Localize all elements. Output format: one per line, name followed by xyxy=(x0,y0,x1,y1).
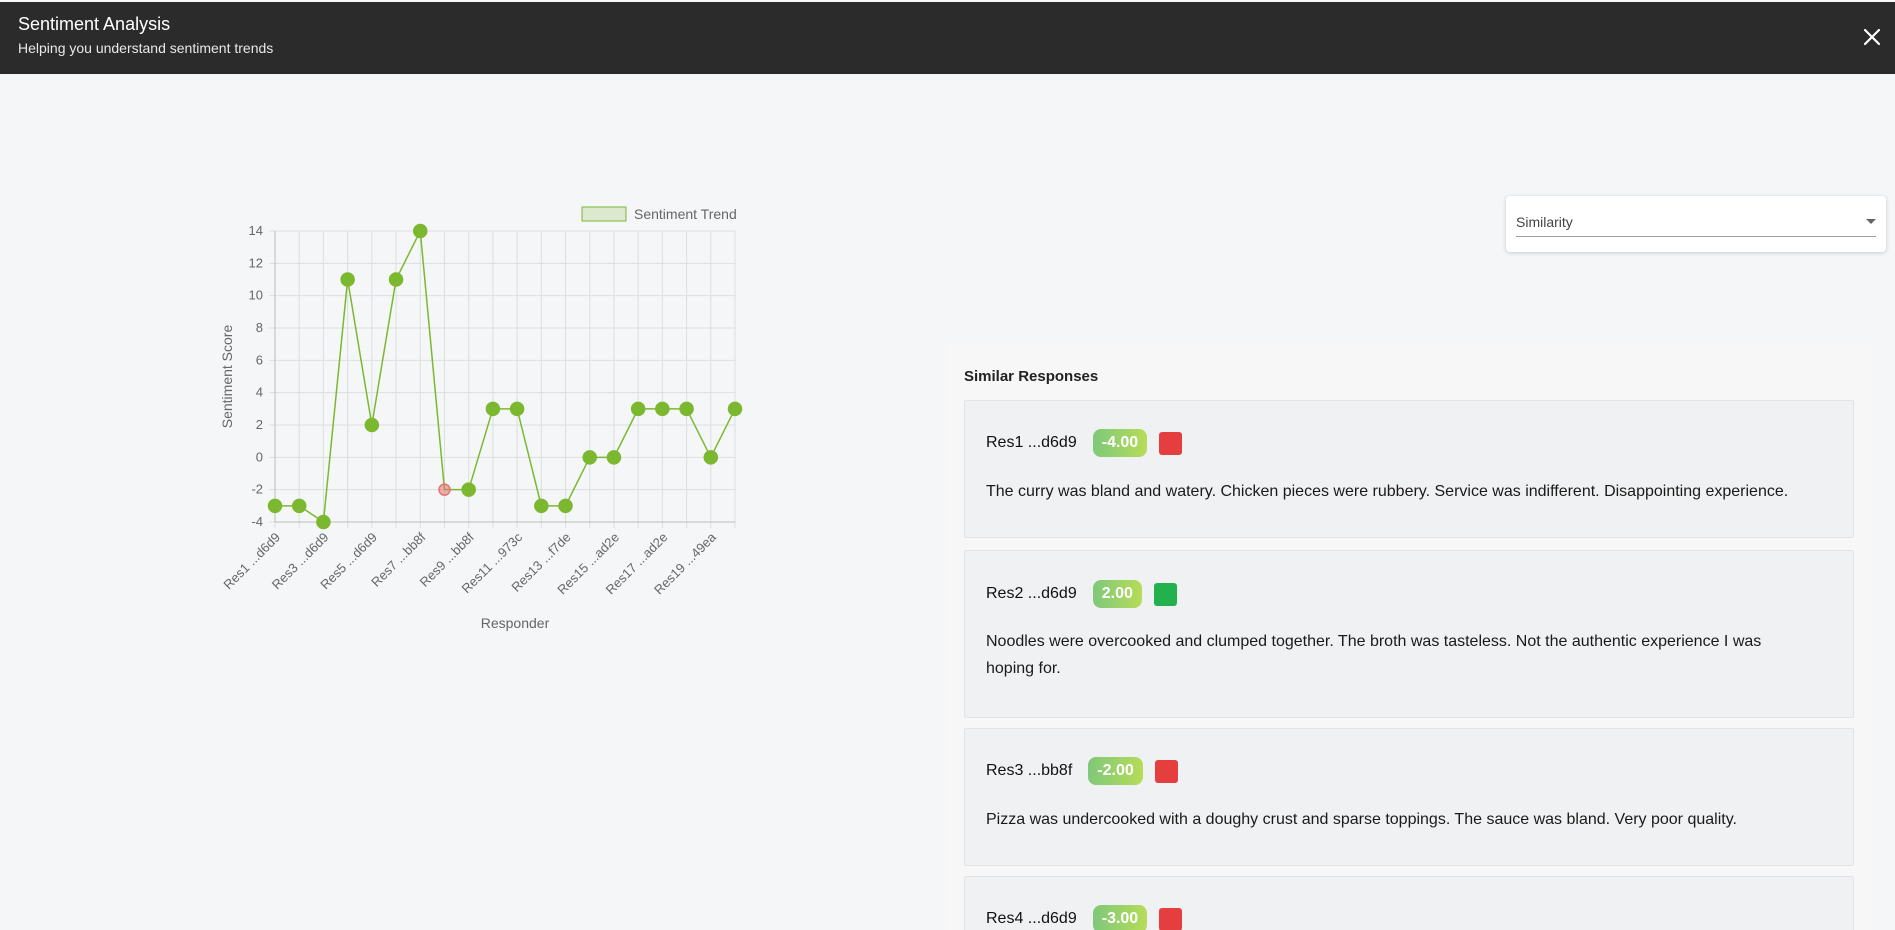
chevron-down-icon xyxy=(1866,219,1876,224)
page-title: Sentiment Analysis xyxy=(18,14,171,34)
response-card-header: Res3 ...bb8f -2.00 xyxy=(986,757,1178,785)
data-point xyxy=(534,498,549,514)
sentiment-color-indicator xyxy=(1159,431,1183,455)
close-icon xyxy=(1863,28,1881,46)
response-text: The curry was bland and watery. Chicken … xyxy=(986,483,1789,500)
data-point xyxy=(582,450,597,465)
responder-name: Res4 ...d6d9 xyxy=(986,910,1077,927)
y-tick-label: 8 xyxy=(256,320,263,335)
data-point xyxy=(509,401,525,417)
similar-responses-heading: Similar Responses xyxy=(964,368,1099,385)
response-text: Pizza was undercooked with a doughy crus… xyxy=(986,811,1737,828)
data-point xyxy=(558,498,573,514)
sentiment-color-indicator xyxy=(1159,907,1183,930)
close-button[interactable] xyxy=(1855,20,1889,54)
sort-dropdown-card: Similarity xyxy=(1506,196,1886,252)
data-point xyxy=(364,417,380,433)
y-tick-label: 10 xyxy=(249,288,263,303)
data-point xyxy=(630,401,646,417)
data-point xyxy=(388,272,404,287)
response-card[interactable]: Res4 ...d6d9 -3.00 xyxy=(964,876,1854,930)
data-point xyxy=(413,223,428,239)
similar-responses-panel: Similar Responses Res1 ...d6d9 -4.00 The… xyxy=(946,344,1872,930)
sentiment-score-badge: -2.00 xyxy=(1088,757,1143,785)
data-point xyxy=(461,482,476,497)
y-tick-label: 0 xyxy=(256,449,263,464)
sentiment-color-indicator xyxy=(1154,759,1178,783)
legend-swatch xyxy=(581,206,627,222)
response-card-header: Res4 ...d6d9 -3.00 xyxy=(986,905,1183,930)
data-point xyxy=(267,498,283,514)
data-point xyxy=(606,450,622,465)
response-card[interactable]: Res2 ...d6d9 2.00 Noodles were overcooke… xyxy=(964,550,1854,718)
data-point xyxy=(655,401,670,417)
page-subtitle: Helping you understand sentiment trends xyxy=(18,40,274,56)
data-point xyxy=(679,401,694,417)
app-header: Sentiment Analysis Helping you understan… xyxy=(0,2,1895,74)
responder-name: Res1 ...d6d9 xyxy=(986,434,1077,451)
sentiment-score-badge: -3.00 xyxy=(1092,905,1148,930)
y-tick-label: -2 xyxy=(251,482,263,497)
sentiment-score-badge: -4.00 xyxy=(1092,429,1148,457)
responder-name: Res2 ...d6d9 xyxy=(986,585,1077,602)
response-card[interactable]: Res3 ...bb8f -2.00 Pizza was undercooked… xyxy=(964,728,1854,866)
sentiment-color-indicator xyxy=(1153,582,1177,606)
data-point xyxy=(438,483,451,496)
response-card[interactable]: Res1 ...d6d9 -4.00 The curry was bland a… xyxy=(964,400,1854,538)
data-point xyxy=(316,514,331,530)
responder-name: Res3 ...bb8f xyxy=(986,762,1073,779)
sort-select[interactable]: Similarity xyxy=(1516,206,1876,237)
response-card-header: Res2 ...d6d9 2.00 xyxy=(986,580,1177,608)
y-tick-label: -4 xyxy=(251,514,263,529)
data-point xyxy=(703,450,719,465)
sentiment-chart: -4 -2 0 2 4 6 8 10 12 14 Res1 ...d6d9 Res3 ...d6d9 R… xyxy=(210,195,750,645)
response-text: Noodles were overcooked and clumped toge… xyxy=(986,633,1762,677)
sentiment-chart-svg: -4-202468101214Res1 ...d6d9Res3 ...d6d9R… xyxy=(219,206,743,631)
legend-label: Sentiment Trend xyxy=(634,206,737,222)
y-axis-title: Sentiment Score xyxy=(219,325,235,429)
data-point xyxy=(485,401,501,417)
response-card-header: Res1 ...d6d9 -4.00 xyxy=(986,429,1183,457)
data-point xyxy=(340,272,355,287)
y-tick-label: 4 xyxy=(256,385,263,400)
x-axis-title: Responder xyxy=(481,615,550,631)
y-tick-label: 2 xyxy=(256,417,263,432)
sort-select-value: Similarity xyxy=(1516,214,1573,230)
y-tick-label: 14 xyxy=(249,223,263,238)
y-tick-label: 6 xyxy=(256,352,263,367)
sentiment-score-badge: 2.00 xyxy=(1092,580,1142,608)
y-tick-label: 12 xyxy=(249,255,263,270)
data-point xyxy=(291,498,307,514)
data-point xyxy=(727,401,743,417)
